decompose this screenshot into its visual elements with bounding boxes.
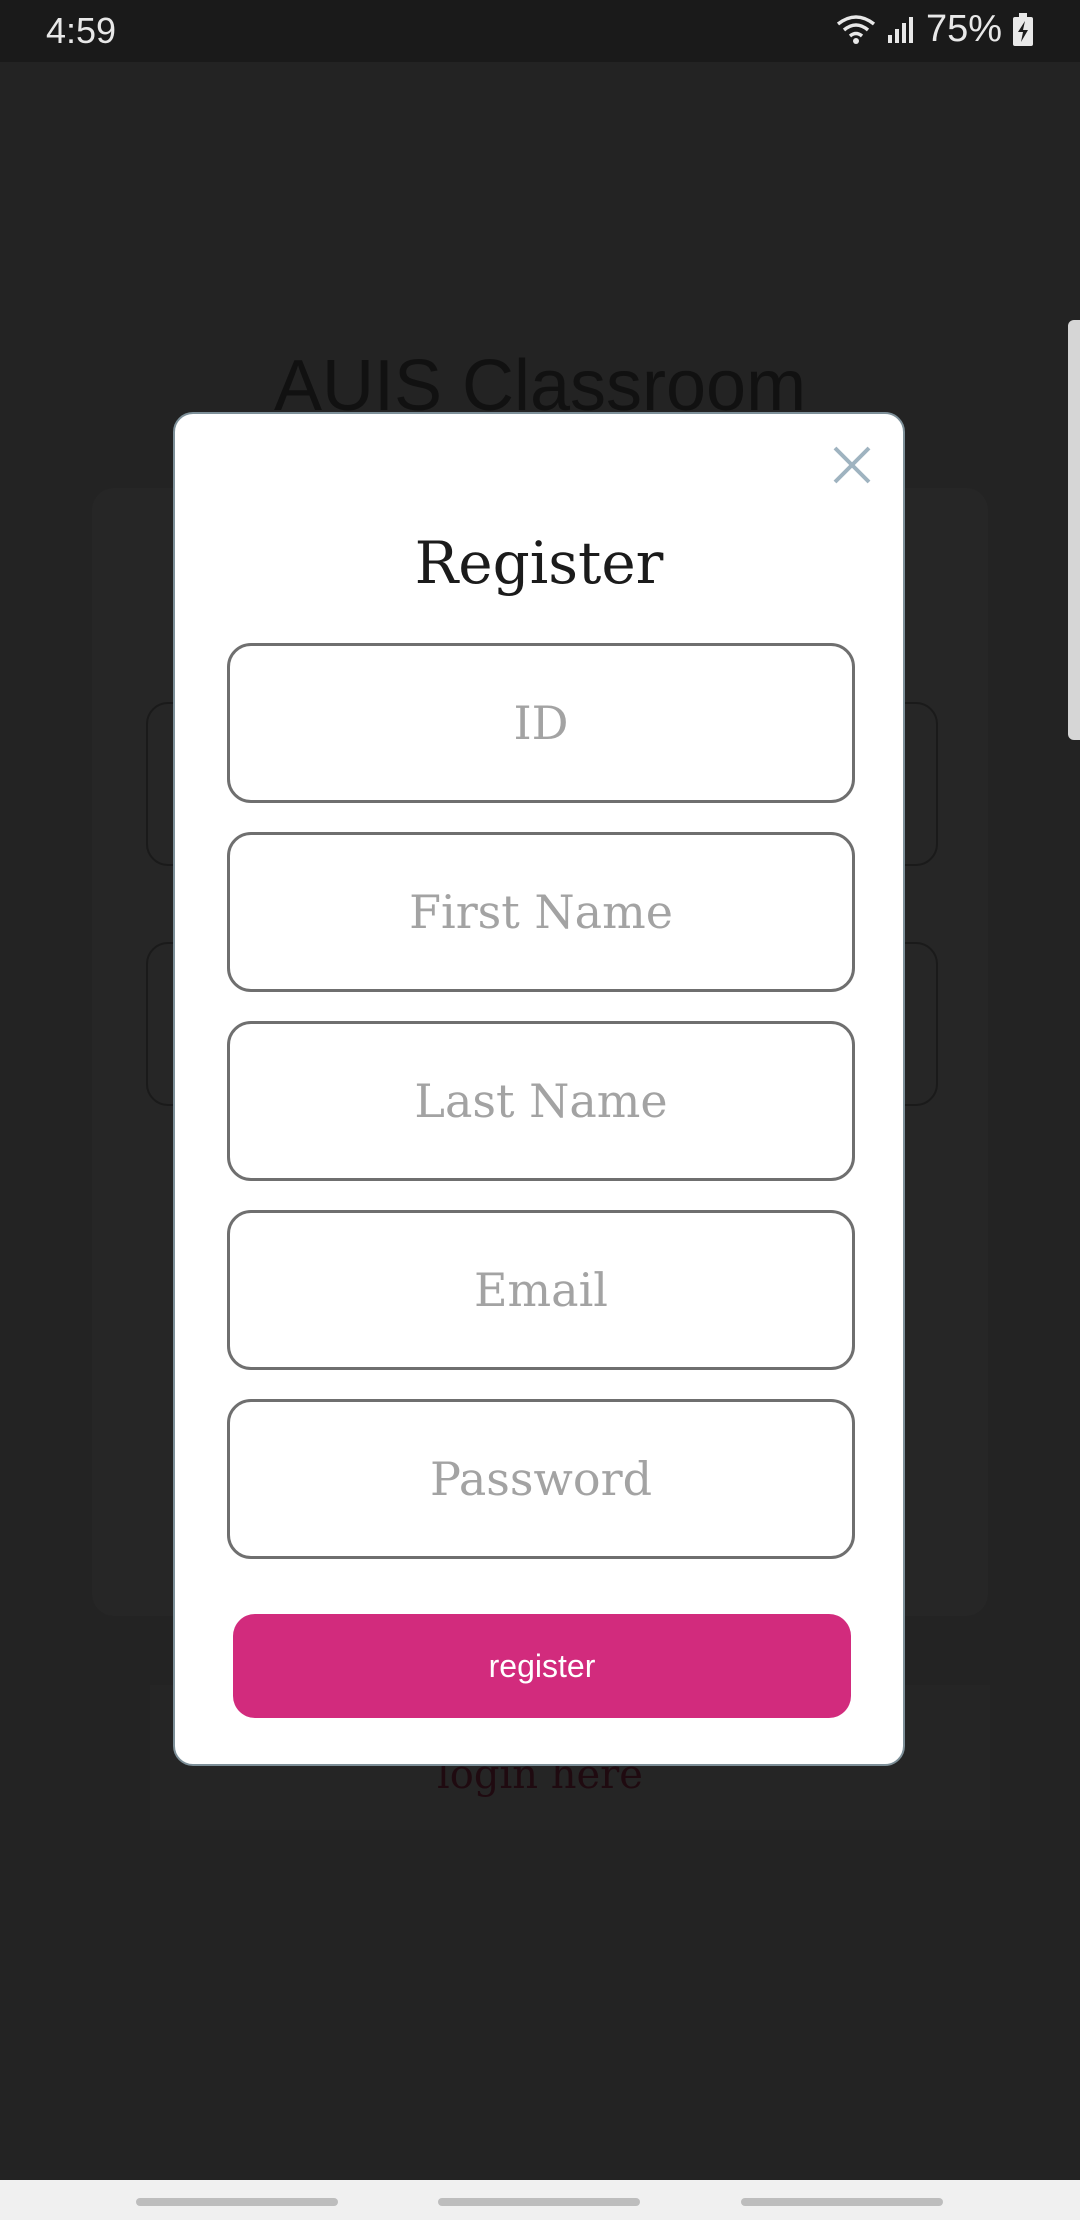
email-field[interactable] (227, 1210, 855, 1370)
password-field[interactable] (227, 1399, 855, 1559)
close-icon[interactable] (829, 442, 875, 488)
first-name-field[interactable] (227, 832, 855, 992)
register-modal: Register register (173, 412, 905, 1766)
navigation-bar (0, 2180, 1080, 2220)
nav-home-button[interactable] (438, 2198, 640, 2206)
battery-charging-icon (1012, 12, 1034, 47)
nav-back-button[interactable] (741, 2198, 943, 2206)
battery-percent: 75% (925, 8, 1002, 50)
last-name-field[interactable] (227, 1021, 855, 1181)
wifi-icon (836, 14, 876, 46)
modal-title: Register (414, 529, 664, 597)
signal-icon (886, 15, 916, 45)
register-button[interactable]: register (233, 1614, 851, 1718)
id-field[interactable] (227, 643, 855, 803)
status-bar: 4:59 75% (0, 0, 1080, 62)
status-icons: 75% (836, 8, 1034, 51)
scrollbar-handle[interactable] (1068, 320, 1080, 740)
status-time: 4:59 (46, 10, 117, 51)
nav-recent-button[interactable] (136, 2198, 338, 2206)
